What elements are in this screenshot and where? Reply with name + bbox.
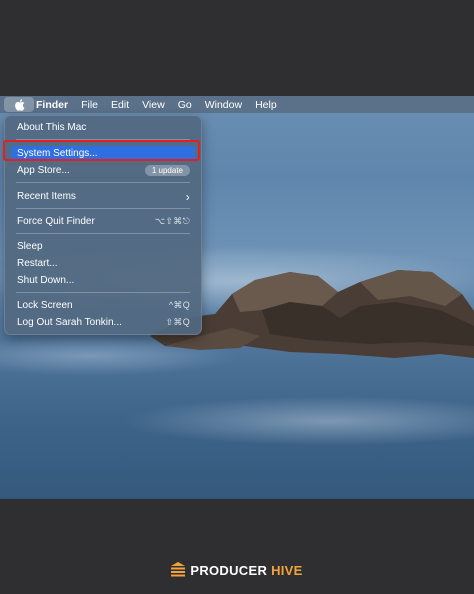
menu-window[interactable]: Window — [205, 99, 242, 111]
menu-item-label: App Store... — [17, 165, 70, 176]
apple-menu-highlight — [4, 97, 34, 112]
menu-item-label: Force Quit Finder — [17, 216, 95, 227]
menu-item-about[interactable]: About This Mac — [11, 120, 195, 135]
desktop-screen: Finder File Edit View Go Window Help Abo… — [0, 96, 474, 499]
brand-name-hive: HIVE — [271, 562, 303, 578]
menu-item-label: Sleep — [17, 241, 43, 252]
update-badge: 1 update — [144, 165, 190, 176]
menu-edit[interactable]: Edit — [111, 99, 129, 111]
brand-name: PRODUCER HIVE — [190, 563, 302, 578]
menu-separator — [16, 292, 190, 293]
menu-item-label: Recent Items — [17, 191, 76, 202]
menu-separator — [16, 182, 190, 183]
menu-item-label: About This Mac — [17, 122, 87, 133]
menu-view[interactable]: View — [142, 99, 165, 111]
menu-go[interactable]: Go — [178, 99, 192, 111]
menu-item-lock-screen[interactable]: Lock Screen ^⌘Q — [11, 298, 195, 313]
menu-item-force-quit[interactable]: Force Quit Finder ⌥⇧⌘⎋ — [11, 214, 195, 229]
menu-finder[interactable]: Finder — [36, 99, 68, 111]
producer-hive-logo-icon — [171, 562, 186, 577]
menu-item-restart[interactable]: Restart... — [11, 256, 195, 271]
menu-item-log-out[interactable]: Log Out Sarah Tonkin... ⇧⌘Q — [11, 315, 195, 330]
menu-help[interactable]: Help — [255, 99, 277, 111]
menu-item-recent-items[interactable]: Recent Items › — [11, 189, 195, 204]
menu-item-label: Lock Screen — [17, 300, 73, 311]
menu-file[interactable]: File — [81, 99, 98, 111]
brand-name-producer: PRODUCER — [190, 562, 268, 578]
menu-separator — [16, 233, 190, 234]
brand-footer: PRODUCER HIVE — [0, 562, 474, 578]
menu-bar: Finder File Edit View Go Window Help — [0, 96, 474, 113]
menu-separator — [16, 208, 190, 209]
menu-item-shut-down[interactable]: Shut Down... — [11, 273, 195, 288]
menu-item-sleep[interactable]: Sleep — [11, 239, 195, 254]
shortcut-label: ⌥⇧⌘⎋ — [154, 216, 190, 226]
menu-item-app-store[interactable]: App Store... 1 update — [11, 163, 195, 178]
shortcut-label: ⇧⌘Q — [165, 317, 190, 327]
shortcut-label: ^⌘Q — [168, 300, 190, 310]
callout-highlight-box — [3, 140, 200, 161]
menu-item-label: Log Out Sarah Tonkin... — [17, 317, 122, 328]
menu-item-label: Shut Down... — [17, 275, 75, 286]
chevron-right-icon: › — [185, 189, 190, 204]
menu-item-label: Restart... — [17, 258, 58, 269]
